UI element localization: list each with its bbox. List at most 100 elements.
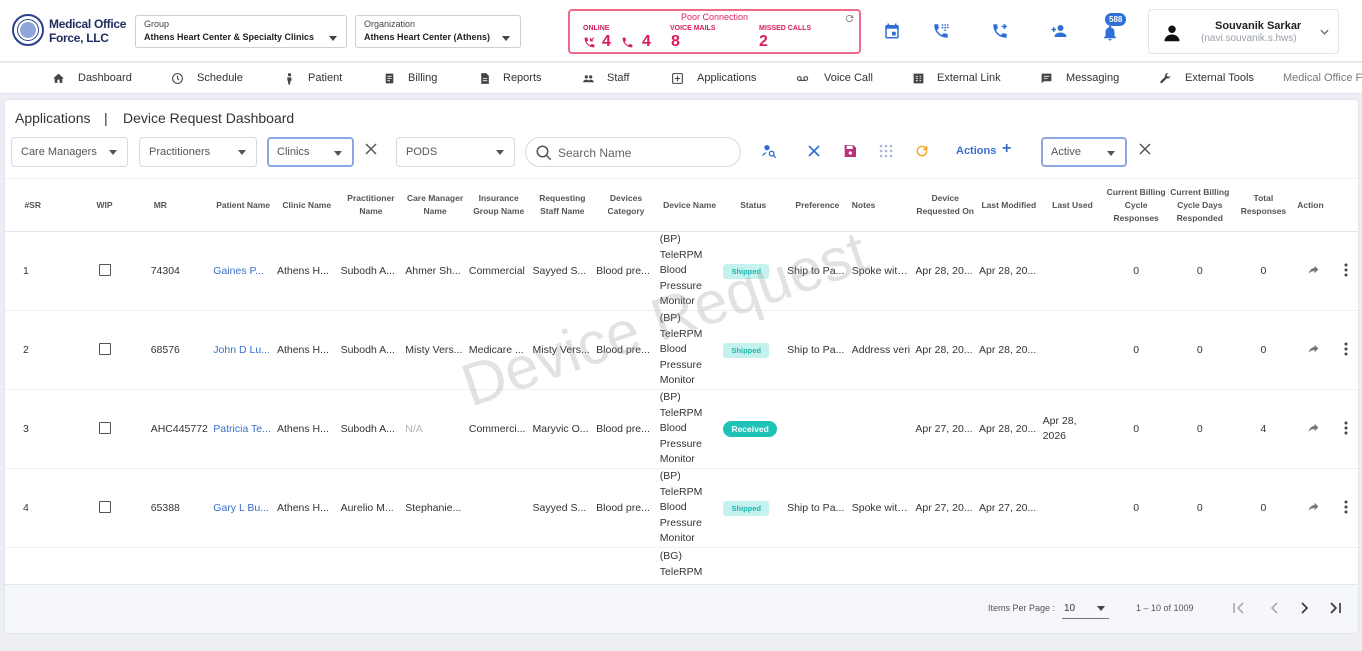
- dialpad-phone-icon[interactable]: [932, 22, 950, 40]
- row-patient-name-text[interactable]: Patricia Te...: [213, 423, 271, 435]
- row-wip-checkbox[interactable]: [60, 310, 149, 390]
- col-care-manager-name[interactable]: Care Manager Name: [403, 178, 467, 232]
- nav-medical-office[interactable]: Medical Office Fo: [1283, 72, 1362, 84]
- col-wip[interactable]: WIP: [60, 178, 149, 232]
- row-wip-checkbox[interactable]: [60, 389, 149, 469]
- nav-external-link[interactable]: External Link: [937, 72, 1001, 84]
- wip-checkbox[interactable]: [98, 421, 111, 434]
- nav-dashboard[interactable]: Dashboard: [78, 72, 132, 84]
- row-notes-text: Spoke with F: [851, 502, 913, 514]
- nav-patient[interactable]: Patient: [308, 72, 342, 84]
- grid-icon[interactable]: [878, 143, 894, 159]
- nav-messaging[interactable]: Messaging: [1066, 72, 1119, 84]
- missed-calls-count[interactable]: 2: [759, 32, 768, 52]
- save-icon[interactable]: [842, 143, 858, 159]
- table-row[interactable]: 1 74304 Gaines P... Athens H... Subodh A... A…: [5, 231, 1358, 311]
- nav-voice-call[interactable]: Voice Call: [824, 72, 873, 84]
- row-patient-name-text[interactable]: Gaines P...: [213, 265, 264, 277]
- row-patient-name[interactable]: John D Lu...: [211, 310, 275, 390]
- more-options-icon[interactable]: [1344, 263, 1348, 277]
- row-patient-name[interactable]: Gary L Bu...: [211, 468, 275, 548]
- col-status[interactable]: Status: [721, 178, 786, 232]
- clear-filter-icon[interactable]: [364, 142, 378, 156]
- nav-staff[interactable]: Staff: [607, 72, 629, 84]
- last-page-icon[interactable]: [1327, 600, 1343, 616]
- col-preference[interactable]: Preference: [785, 178, 850, 232]
- col-device-requested-on[interactable]: Device Requested On: [913, 178, 978, 232]
- nav-applications[interactable]: Applications: [697, 72, 756, 84]
- col-last-modified[interactable]: Last Modified: [977, 178, 1041, 232]
- breadcrumb-applications[interactable]: Applications: [15, 110, 91, 126]
- nav-reports[interactable]: Reports: [503, 72, 542, 84]
- col-device-name[interactable]: Device Name: [657, 178, 722, 232]
- col-notes[interactable]: Notes: [849, 178, 914, 232]
- status-select[interactable]: Active: [1041, 137, 1127, 167]
- bell-icon[interactable]: [1101, 24, 1119, 42]
- table-row[interactable]: 3 AHC445772 Patricia Te... Athens H... Subod…: [5, 389, 1358, 469]
- col-current-billing-cycle-responses[interactable]: Current Billing Cycle Responses: [1104, 178, 1168, 232]
- col-sr[interactable]: #SR: [5, 178, 61, 232]
- pods-select[interactable]: PODS: [396, 137, 515, 167]
- more-options-icon[interactable]: [1344, 500, 1348, 514]
- care-managers-select[interactable]: Care Managers: [11, 137, 128, 167]
- col-patient-name[interactable]: Patient Name: [211, 178, 275, 232]
- call-forward-icon[interactable]: [991, 22, 1009, 40]
- share-arrow-icon[interactable]: [1307, 500, 1320, 513]
- calendar-icon[interactable]: [883, 22, 901, 40]
- col-current-billing-cycle-days[interactable]: Current Billing Cycle Days Responded: [1167, 178, 1232, 232]
- refresh-icon[interactable]: [844, 13, 855, 24]
- clear-status-icon[interactable]: [1138, 142, 1152, 156]
- row-patient-name-text[interactable]: John D Lu...: [213, 344, 270, 356]
- table-row[interactable]: 4 65388 Gary L Bu... Athens H... Aurelio M..…: [5, 468, 1358, 548]
- plus-icon[interactable]: +: [1002, 140, 1011, 158]
- share-arrow-icon[interactable]: [1307, 342, 1320, 355]
- row-device-category-text: Blood pre...: [596, 423, 650, 435]
- wip-checkbox[interactable]: [98, 342, 111, 355]
- col-mr[interactable]: MR: [148, 178, 212, 232]
- share-arrow-icon[interactable]: [1307, 263, 1320, 276]
- nav-external-tools[interactable]: External Tools: [1185, 72, 1254, 84]
- actions-button[interactable]: Actions: [956, 145, 996, 157]
- row-patient-name[interactable]: Patricia Te...: [211, 389, 275, 469]
- more-options-icon[interactable]: [1344, 342, 1348, 356]
- refresh-icon[interactable]: [914, 143, 930, 159]
- more-options-icon[interactable]: [1344, 421, 1348, 435]
- add-user-icon[interactable]: [1050, 22, 1068, 40]
- voice-mails-count[interactable]: 8: [671, 32, 680, 52]
- col-practitioner-name[interactable]: Practitioner Name: [338, 178, 404, 232]
- organization-select[interactable]: Organization Athens Heart Center (Athens…: [355, 15, 521, 48]
- company-logo[interactable]: [12, 14, 44, 46]
- row-patient-name-text[interactable]: Gary L Bu...: [213, 502, 269, 514]
- user-menu[interactable]: Souvanik Sarkar (navi.souvanik.s.hws): [1148, 9, 1339, 54]
- col-insurance-group-name[interactable]: Insurance Group Name: [466, 178, 531, 232]
- col-total-responses[interactable]: Total Responses: [1231, 178, 1296, 232]
- col-requesting-staff-name[interactable]: Requesting Staff Name: [530, 178, 595, 232]
- row-status: Shipped: [721, 468, 786, 548]
- row-patient-name[interactable]: Gaines P...: [211, 231, 275, 311]
- next-page-icon[interactable]: [1296, 600, 1312, 616]
- col-last-used[interactable]: Last Used: [1040, 178, 1105, 232]
- share-arrow-icon[interactable]: [1307, 421, 1320, 434]
- items-per-page-select[interactable]: 10: [1062, 596, 1109, 619]
- prev-page-icon[interactable]: [1267, 600, 1283, 616]
- practitioners-select[interactable]: Practitioners: [139, 137, 257, 167]
- wip-checkbox[interactable]: [98, 263, 111, 276]
- row-wip-checkbox[interactable]: [60, 468, 149, 548]
- row-preference-text: Ship to Pa...: [787, 265, 845, 277]
- chevron-down-icon[interactable]: [1320, 29, 1329, 35]
- row-total-responses-text: 0: [1260, 344, 1267, 356]
- user-search-icon[interactable]: [761, 143, 777, 159]
- clinics-select[interactable]: Clinics: [267, 137, 354, 167]
- nav-schedule[interactable]: Schedule: [197, 72, 243, 84]
- col-clinic-name[interactable]: Clinic Name: [274, 178, 339, 232]
- first-page-icon[interactable]: [1231, 600, 1247, 616]
- wip-checkbox[interactable]: [98, 500, 111, 513]
- group-select[interactable]: Group Athens Heart Center & Specialty Cl…: [135, 15, 347, 48]
- row-billing-days: 0: [1167, 310, 1232, 390]
- table-row[interactable]: 2 68576 John D Lu... Athens H... Subodh A...…: [5, 310, 1358, 390]
- row-wip-checkbox[interactable]: [60, 231, 149, 311]
- nav-billing[interactable]: Billing: [408, 72, 437, 84]
- col-devices-category[interactable]: Devices Category: [594, 178, 658, 232]
- search-input[interactable]: [558, 144, 733, 162]
- clear-icon[interactable]: [806, 143, 822, 159]
